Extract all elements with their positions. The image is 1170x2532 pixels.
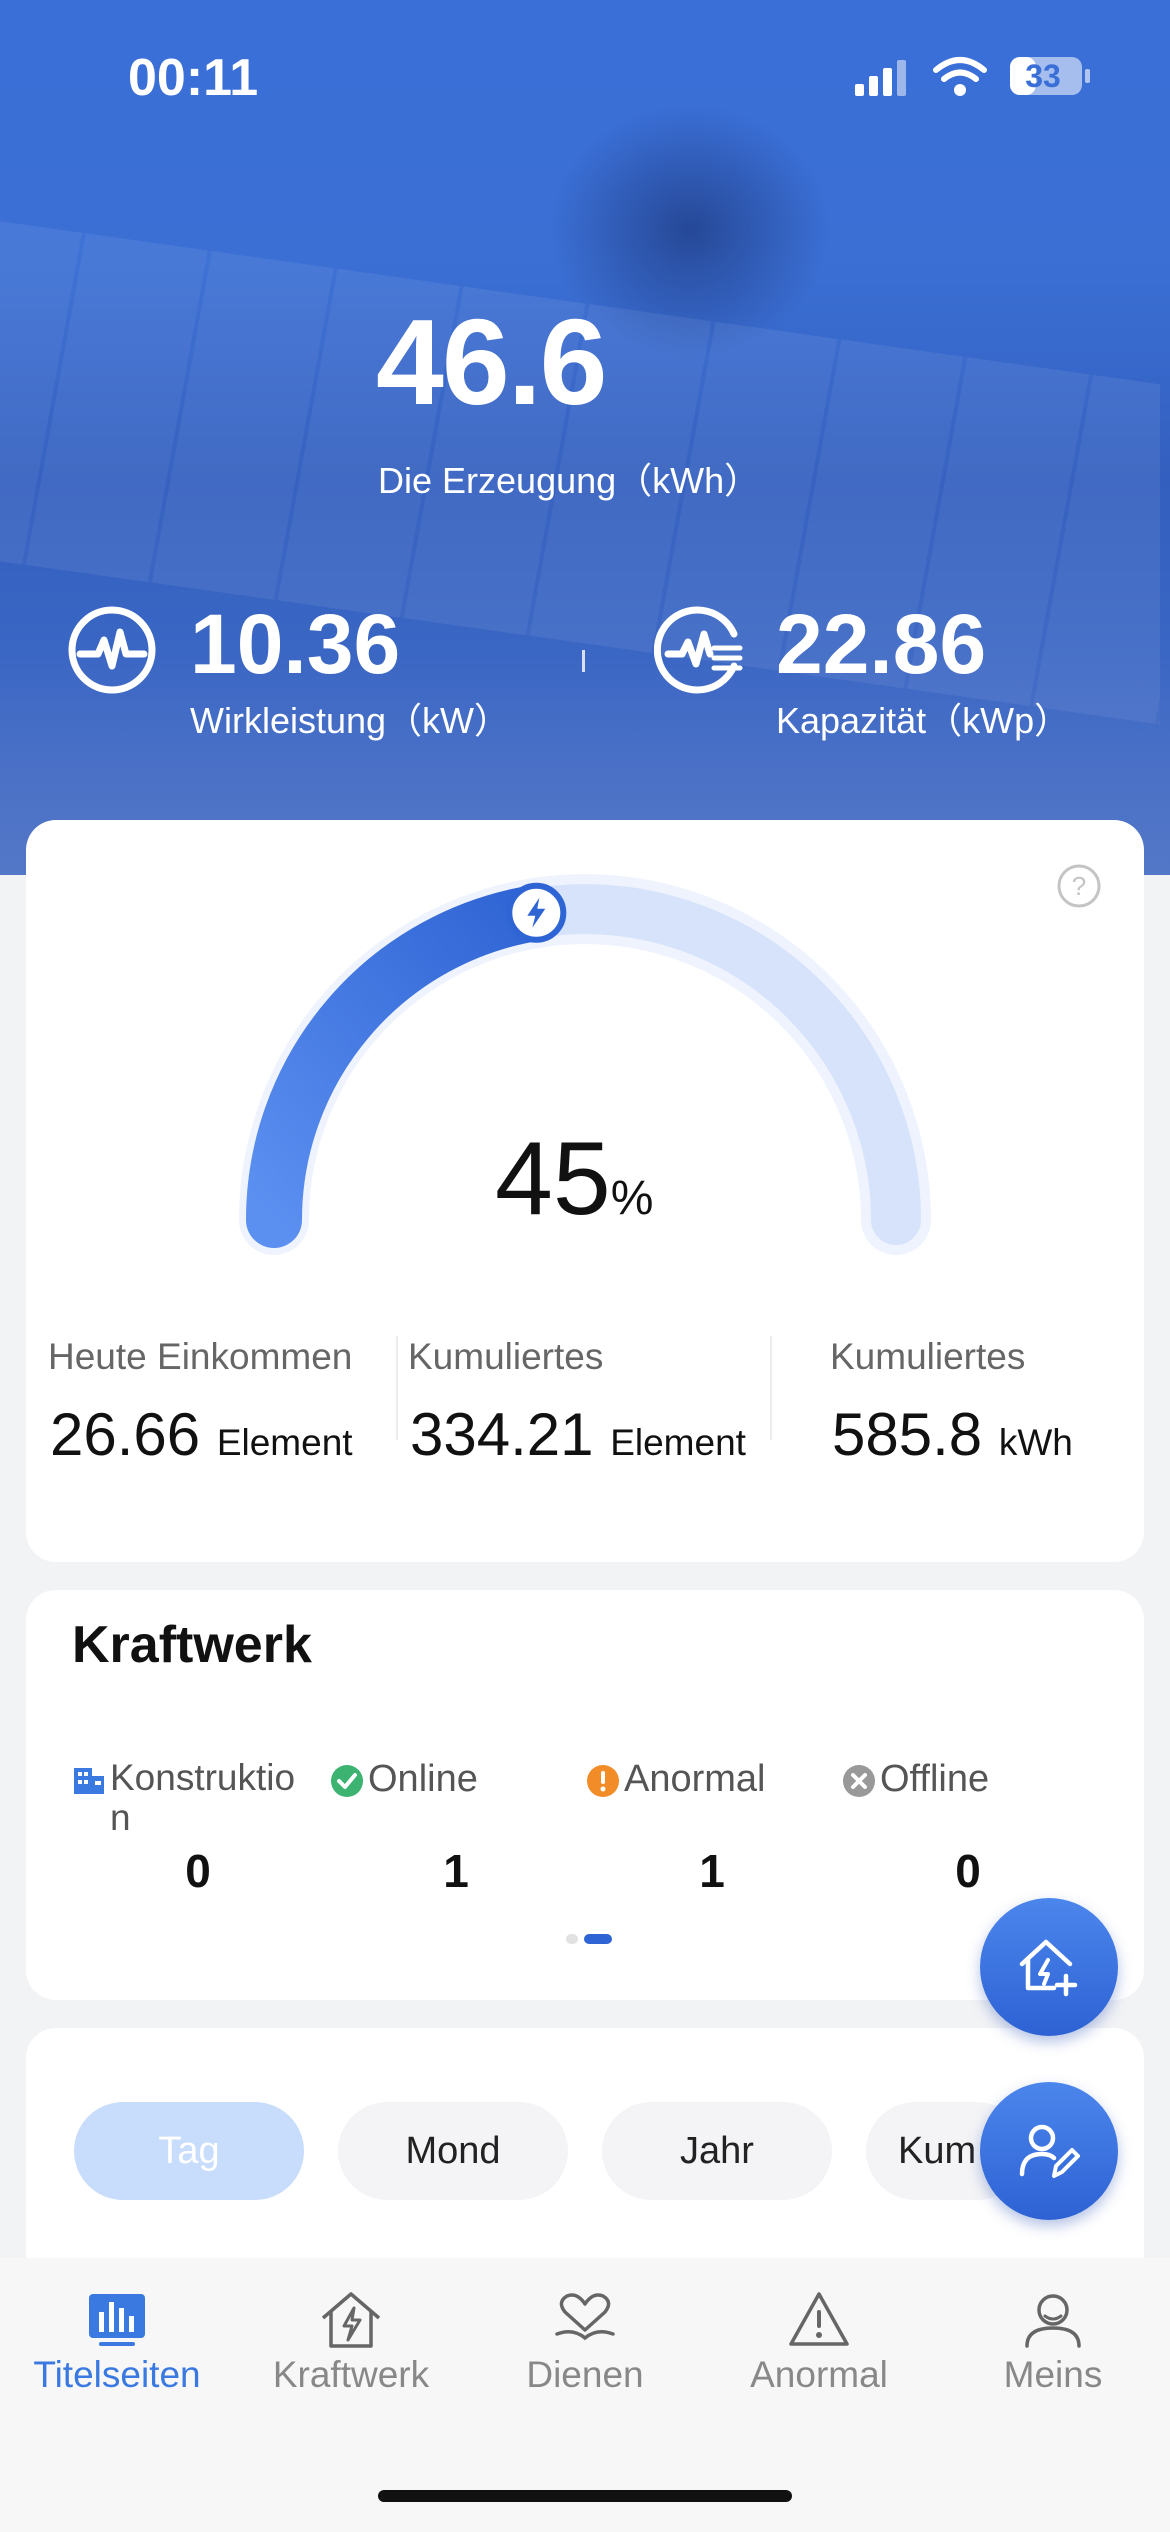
status-label-offline: Offline xyxy=(880,1758,990,1800)
status-label-abnormal: Anormal xyxy=(624,1758,766,1800)
page-dot[interactable] xyxy=(566,1934,578,1944)
generation-value: 46.6 xyxy=(376,294,607,430)
warning-circle-icon xyxy=(587,1765,619,1797)
tab-label: Dienen xyxy=(526,2354,644,2395)
tab-month[interactable]: Mond xyxy=(338,2102,568,2200)
signal-icon xyxy=(855,60,906,96)
heart-hand-icon xyxy=(555,2293,615,2341)
status-count-offline[interactable]: 0 xyxy=(928,1844,1008,1898)
hero-banner: 00:11 33 46.6 Die Erzeugung（kWh） 10.36 W… xyxy=(0,0,1170,875)
capacity-icon xyxy=(654,606,743,694)
metric-cumulative-energy: 585.8 kWh xyxy=(832,1400,1073,1469)
metric-unit: kWh xyxy=(998,1422,1073,1463)
page-dot-active[interactable] xyxy=(584,1934,612,1944)
tab-service[interactable]: Dienen xyxy=(468,2290,702,2400)
status-count-abnormal[interactable]: 1 xyxy=(672,1844,752,1898)
metric-divider xyxy=(396,1336,398,1440)
active-power-value: 10.36 xyxy=(190,597,401,691)
metric-divider xyxy=(770,1336,772,1440)
status-count-online[interactable]: 1 xyxy=(416,1844,496,1898)
tab-home[interactable]: Titelseiten xyxy=(0,2290,234,2400)
generation-label: Die Erzeugung（kWh） xyxy=(378,460,761,501)
metric-cumulative-income: 334.21 Element xyxy=(410,1400,746,1469)
metric-unit: Element xyxy=(610,1422,746,1463)
metric-label-cumulative-income: Kumuliertes xyxy=(408,1336,604,1377)
metric-label-cumulative-energy: Kumuliertes xyxy=(830,1336,1026,1377)
tab-abnormal[interactable]: Anormal xyxy=(702,2290,936,2400)
metric-unit: Element xyxy=(216,1422,353,1463)
tab-label: Titelseiten xyxy=(33,2354,201,2395)
gauge-percent: 45% xyxy=(495,1120,653,1239)
stat-divider xyxy=(582,650,585,672)
metric-label-today-income: Heute Einkommen xyxy=(48,1336,353,1377)
status-label-online: Online xyxy=(368,1758,478,1800)
capacity-label: Kapazität（kWp） xyxy=(776,700,1071,741)
user-icon xyxy=(1025,2294,1081,2348)
tab-day[interactable]: Tag xyxy=(74,2102,304,2200)
close-circle-icon xyxy=(843,1765,875,1797)
capacity-value: 22.86 xyxy=(776,597,987,691)
home-add-icon xyxy=(1019,1939,1078,1997)
building-icon xyxy=(74,1768,104,1794)
status-bar: 00:11 33 xyxy=(0,0,1170,150)
status-label-construction: Konstruktio n xyxy=(110,1757,296,1838)
kraftwerk-title: Kraftwerk xyxy=(72,1616,312,1674)
tab-label: Meins xyxy=(1003,2354,1103,2395)
check-circle-icon xyxy=(331,1765,363,1797)
tab-mine[interactable]: Meins xyxy=(936,2290,1170,2400)
status-count-construction[interactable]: 0 xyxy=(158,1844,238,1898)
bolt-icon xyxy=(506,882,567,943)
warning-triangle-icon xyxy=(789,2292,849,2346)
user-edit-icon xyxy=(1019,2124,1080,2178)
metric-value: 26.66 xyxy=(50,1401,201,1468)
tab-label: Anormal xyxy=(750,2354,888,2395)
help-icon[interactable]: ? xyxy=(1055,862,1103,910)
wifi-icon xyxy=(933,57,987,96)
edit-profile-button[interactable] xyxy=(980,2082,1118,2220)
battery-level: 33 xyxy=(1025,58,1061,94)
active-power-label: Wirkleistung（kW） xyxy=(190,700,511,741)
pulse-icon xyxy=(68,606,156,694)
tab-year[interactable]: Jahr xyxy=(602,2102,832,2200)
house-bolt-icon xyxy=(321,2292,381,2348)
metric-value: 334.21 xyxy=(410,1401,594,1468)
gauge-percent-value: 45 xyxy=(495,1121,611,1237)
metric-value: 585.8 xyxy=(832,1401,983,1468)
svg-text:?: ? xyxy=(1072,871,1086,901)
tab-kraftwerk[interactable]: Kraftwerk xyxy=(234,2290,468,2400)
metric-today-income: 26.66 Element xyxy=(50,1400,353,1469)
tab-label: Kraftwerk xyxy=(272,2354,430,2395)
chart-icon xyxy=(89,2294,145,2346)
home-indicator xyxy=(378,2490,792,2502)
gauge-percent-sign: % xyxy=(610,1172,654,1225)
add-station-button[interactable] xyxy=(980,1898,1118,2036)
status-time: 00:11 xyxy=(128,49,259,107)
